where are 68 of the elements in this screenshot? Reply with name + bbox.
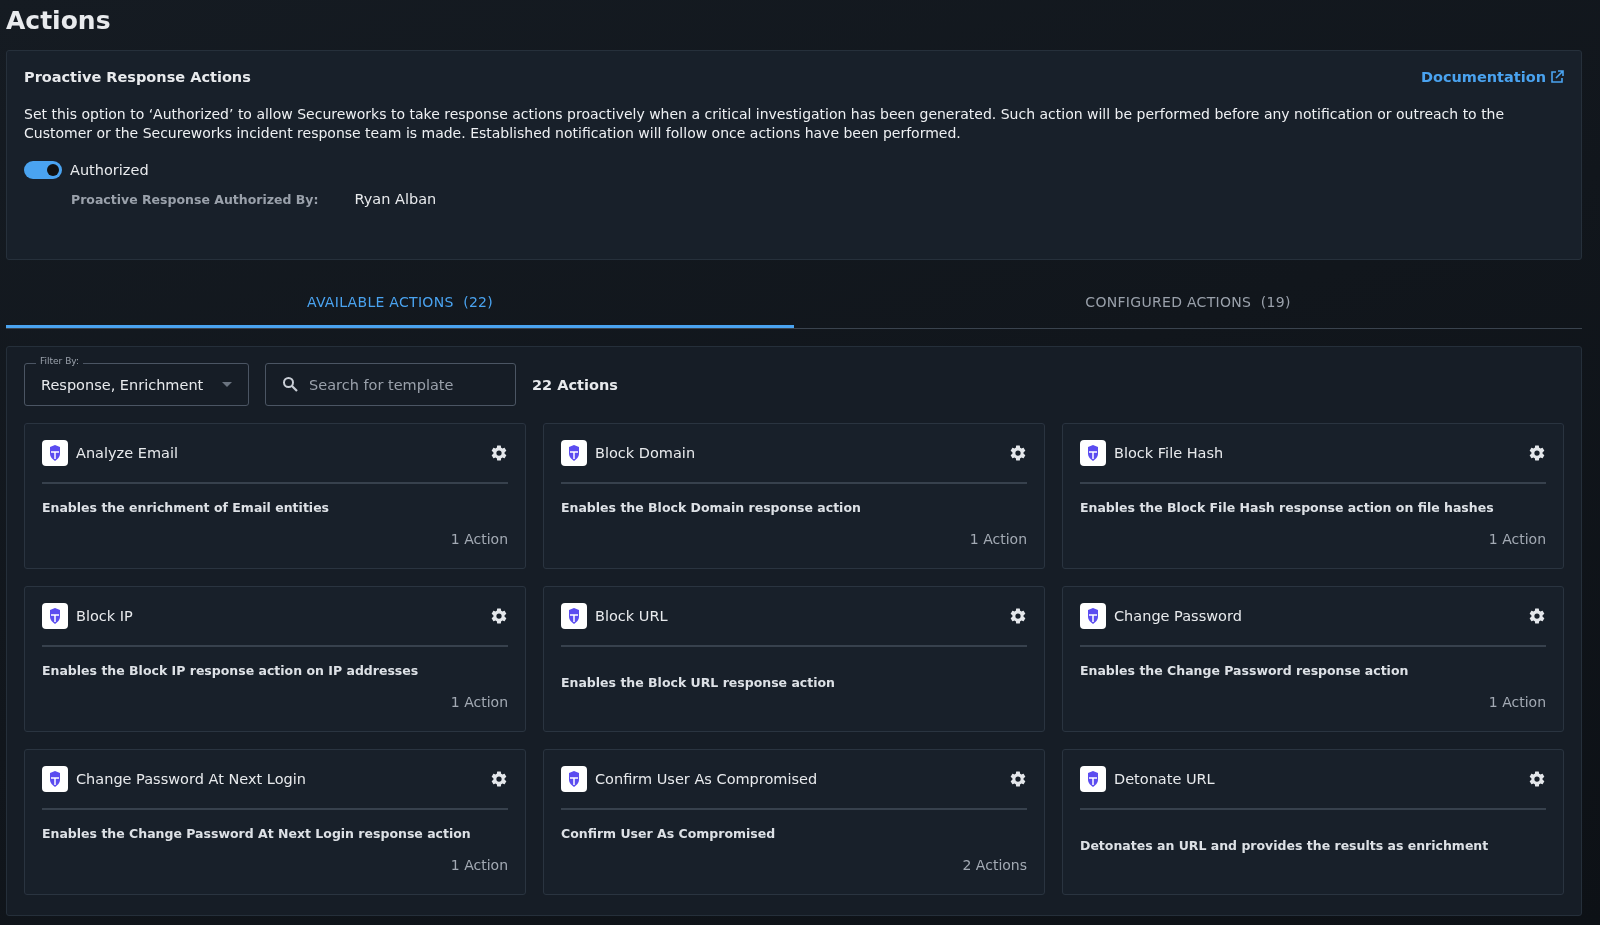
shield-icon (561, 440, 587, 466)
settings-icon[interactable] (490, 444, 508, 462)
page-title: Actions (6, 5, 112, 37)
settings-icon[interactable] (490, 607, 508, 625)
card-title: Change Password At Next Login (76, 771, 307, 787)
settings-icon[interactable] (1009, 444, 1027, 462)
caret-icon (222, 381, 232, 388)
card-description: Enables the Block URL response action (561, 675, 837, 690)
filter-label: Filter By: (36, 356, 84, 366)
action-card[interactable]: Block URL Enables the Block URL response action (543, 586, 1045, 732)
shield-icon (1080, 766, 1106, 792)
action-card[interactable]: Confirm User As Compromised Confirm User As Compromised 2 Actions (543, 749, 1045, 895)
toggle-label: Authorized (70, 162, 149, 178)
card-action-count: 2 Actions (962, 857, 1027, 873)
panel-title: Proactive Response Actions (24, 69, 251, 85)
settings-icon[interactable] (490, 770, 508, 788)
card-action-count: 1 Action (450, 531, 508, 547)
settings-icon[interactable] (1528, 607, 1546, 625)
shield-icon (561, 603, 587, 629)
card-title: Block File Hash (1114, 445, 1225, 461)
settings-icon[interactable] (1009, 770, 1027, 788)
authorized-by-name: Ryan Alban (354, 191, 437, 207)
card-description: Enables the Change Password response action (1080, 663, 1410, 678)
shield-icon (1080, 603, 1106, 629)
action-card[interactable]: Detonate URL Detonates an URL and provides the results as enrichment (1062, 749, 1564, 895)
card-description: Enables the Block File Hash response action on file hashes (1080, 500, 1495, 515)
authorized-toggle[interactable] (24, 161, 62, 179)
action-card[interactable]: Change Password At Next Login Enables the Change Password At Next Login response action 1 Action (24, 749, 526, 895)
tab[interactable]: CONFIGURED ACTIONS (19) (794, 282, 1582, 328)
action-card[interactable]: Block File Hash Enables the Block File Hash response action on file hashes 1 Action (1062, 423, 1564, 569)
shield-icon (42, 766, 68, 792)
card-action-count: 1 Action (969, 531, 1027, 547)
card-action-count: 1 Action (1488, 531, 1546, 547)
search-icon (282, 376, 298, 392)
shield-icon (42, 603, 68, 629)
card-description: Enables the Change Password At Next Login response action (42, 826, 472, 841)
settings-icon[interactable] (1009, 607, 1027, 625)
action-card[interactable]: Block IP Enables the Block IP response action on IP addresses 1 Action (24, 586, 526, 732)
action-card[interactable]: Change Password Enables the Change Password response action 1 Action (1062, 586, 1564, 732)
documentation-link[interactable]: Documentation (1420, 69, 1564, 85)
card-title: Analyze Email (76, 445, 179, 461)
card-action-count: 1 Action (450, 857, 508, 873)
card-title: Detonate URL (1114, 771, 1216, 787)
action-card[interactable]: Block Domain Enables the Block Domain response action 1 Action (543, 423, 1045, 569)
card-description: Detonates an URL and provides the results as enrichment (1080, 838, 1490, 853)
settings-icon[interactable] (1528, 770, 1546, 788)
search-field[interactable]: Search for template (265, 363, 516, 406)
card-description: Enables the Block IP response action on IP addresses (42, 663, 420, 678)
card-title: Change Password (1114, 608, 1243, 624)
actions-count: 22 Actions (532, 376, 618, 393)
card-title: Block URL (595, 608, 669, 624)
card-description: Enables the Block Domain response action (561, 500, 862, 515)
card-title: Block IP (76, 608, 134, 624)
shield-icon (561, 766, 587, 792)
tab[interactable]: AVAILABLE ACTIONS (22) (6, 282, 794, 328)
external-link-icon (1550, 70, 1564, 84)
card-title: Block Domain (595, 445, 697, 461)
card-description: Confirm User As Compromised (561, 826, 777, 841)
settings-icon[interactable] (1528, 444, 1546, 462)
card-description: Enables the enrichment of Email entities (42, 500, 331, 515)
card-action-count: 1 Action (450, 694, 508, 710)
action-card[interactable]: Analyze Email Enables the enrichment of Email entities 1 Action (24, 423, 526, 569)
description-text: Set this option to ‘Authorized’ to allow Secureworks to take response actions proactively when a critical investigation has been generated. Such action will be performed before any notification or outreach to the Customer or the Secureworks incident response team is made. Established notification will follow once actions have been performed. (24, 105, 1506, 143)
shield-icon (42, 440, 68, 466)
card-action-count: 1 Action (1488, 694, 1546, 710)
card-title: Confirm User As Compromised (595, 771, 819, 787)
shield-icon (1080, 440, 1106, 466)
authorized-by-label: Proactive Response Authorized By: (71, 191, 319, 207)
